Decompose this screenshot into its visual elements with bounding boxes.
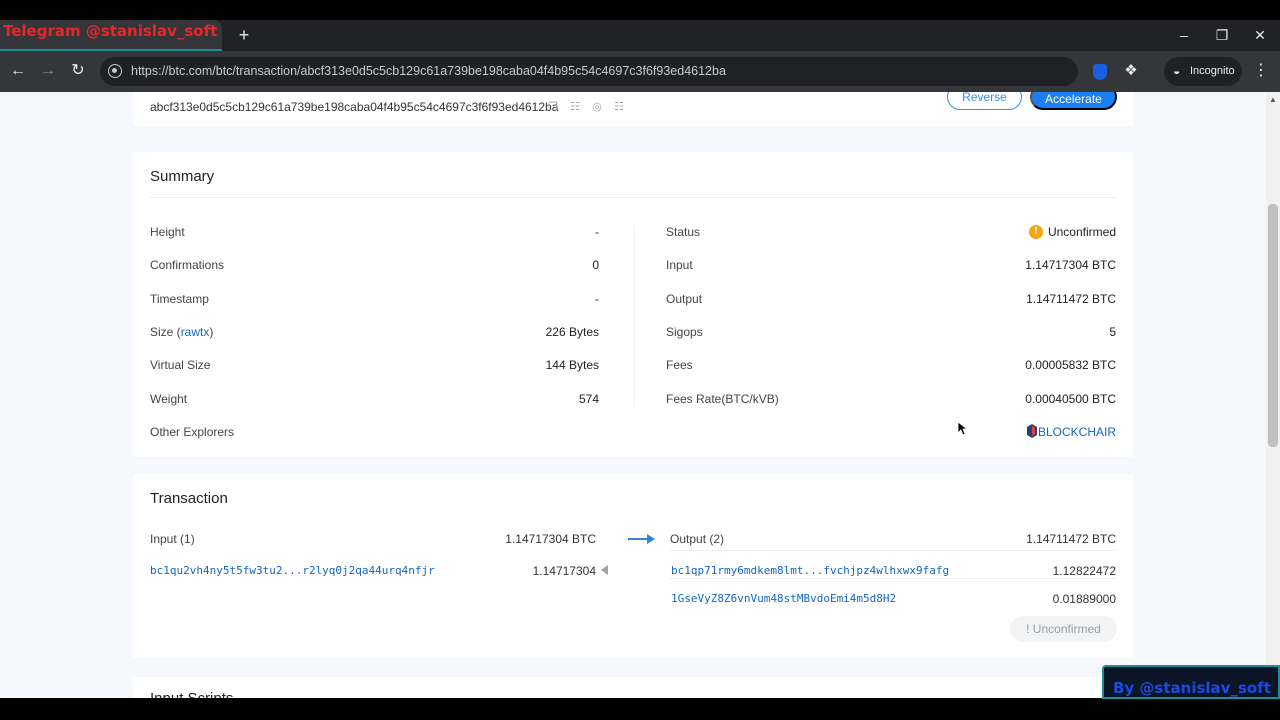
scrollbar-thumb[interactable] (1268, 204, 1278, 447)
site-info-icon[interactable] (108, 64, 122, 78)
back-icon[interactable]: ← (7, 60, 29, 82)
watermark-text: By @stanislav_soft (1113, 679, 1271, 697)
height-value: - (595, 225, 599, 239)
confirmations-value: 0 (592, 258, 599, 272)
page-viewport: abcf313e0d5c5cb129c61a739be198caba04f4b9… (0, 92, 1266, 698)
mouse-cursor-icon (958, 422, 968, 436)
fees-rate-label: Fees Rate(BTC/kVB) (666, 392, 779, 406)
height-label: Height (150, 225, 185, 239)
document-icon[interactable]: ☷ (613, 101, 625, 113)
reload-icon[interactable]: ↻ (67, 60, 89, 82)
summary-title: Summary (150, 168, 215, 185)
unconfirmed-badge: ! Unconfirmed (1010, 616, 1117, 642)
input-header: Input (1) (150, 532, 195, 546)
rawtx-link[interactable]: rawtx (181, 325, 210, 339)
timestamp-label: Timestamp (150, 292, 209, 306)
size-label-text: Size (150, 325, 174, 339)
summary-divider (150, 197, 1117, 198)
accelerate-button[interactable]: Accelerate (1030, 92, 1117, 110)
extensions-puzzle-icon[interactable]: ❖ (1122, 62, 1140, 80)
input-label: Input (666, 258, 693, 272)
weight-label: Weight (150, 392, 188, 406)
target-icon[interactable]: ◎ (591, 101, 603, 113)
weight-value: 574 (578, 392, 599, 406)
browser-toolbar: ← → ↻ https://btc.com/btc/transaction/ab… (0, 51, 1280, 92)
bottom-band (0, 698, 1280, 720)
output-amount-2: 0.01889000 (1052, 592, 1116, 606)
input-source-icon[interactable] (601, 565, 608, 575)
output-header: Output (2) (670, 532, 725, 546)
page-scrollbar[interactable]: ▲ (1266, 92, 1280, 698)
status-label: Status (666, 225, 701, 239)
close-icon[interactable]: ✕ (1248, 24, 1272, 46)
output-divider-top (670, 550, 1117, 551)
incognito-badge[interactable]: ◒ Incognito (1164, 57, 1242, 86)
tx-hash-card: abcf313e0d5c5cb129c61a739be198caba04f4b9… (133, 92, 1133, 126)
scroll-up-icon[interactable]: ▲ (1269, 95, 1277, 104)
top-band (0, 0, 1280, 20)
share-icon[interactable]: ☷ (569, 101, 581, 113)
watermark-overlay: By @stanislav_soft (1102, 665, 1280, 699)
new-tab-icon[interactable]: + (234, 25, 254, 45)
input-value: 1.14717304 BTC (1025, 258, 1116, 272)
fees-rate-value: 0.00040500 BTC (1025, 392, 1116, 406)
virtual-size-label: Virtual Size (150, 358, 211, 372)
column-separator (634, 226, 635, 406)
fees-label: Fees (666, 358, 693, 372)
timestamp-value: - (595, 292, 599, 306)
tx-hash: abcf313e0d5c5cb129c61a739be198caba04f4b9… (150, 100, 559, 114)
forward-icon[interactable]: → (37, 60, 59, 82)
browser-tab[interactable]: Telegram @stanislav_soft (0, 20, 222, 51)
sigops-value: 5 (1109, 325, 1116, 339)
output-total: 1.14711472 BTC (1026, 532, 1116, 546)
url-text[interactable]: https://btc.com/btc/transaction/abcf313e… (131, 57, 726, 86)
reverse-button[interactable]: Reverse (947, 92, 1022, 110)
input-amount: 1.14717304 (532, 564, 596, 578)
input-total: 1.14717304 BTC (505, 532, 596, 546)
incognito-label: Incognito (1190, 65, 1235, 77)
minimize-icon[interactable]: – (1172, 24, 1196, 46)
input-scripts-card (133, 677, 1133, 698)
restore-icon[interactable]: ❐ (1210, 24, 1234, 46)
warning-icon: ! (1029, 225, 1043, 239)
sigops-label: Sigops (666, 325, 703, 339)
tab-strip: Telegram @stanislav_soft + – ❐ ✕ (0, 20, 1280, 51)
output-divider-middle (670, 578, 1117, 579)
browser-menu-icon[interactable]: ⋮ (1252, 60, 1270, 82)
incognito-icon: ◒ (1173, 64, 1181, 78)
confirmations-label: Confirmations (150, 258, 225, 272)
transaction-title: Transaction (150, 490, 228, 507)
size-value: 226 Bytes (545, 325, 599, 339)
output-address-1[interactable]: bc1qp71rmy6mdkem8lmt...fvchjpz4wlhxwx9fa… (671, 564, 949, 577)
status-value: Unconfirmed (1047, 225, 1116, 239)
address-bar[interactable]: https://btc.com/btc/transaction/abcf313e… (100, 57, 1078, 86)
size-label: Size (rawtx) (150, 325, 214, 339)
blockchair-link[interactable]: BLOCKCHAIR (1036, 425, 1116, 439)
output-value: 1.14711472 BTC (1026, 292, 1116, 306)
virtual-size-value: 144 Bytes (545, 358, 599, 372)
fees-value: 0.00005832 BTC (1025, 358, 1116, 372)
extension-shield-icon[interactable] (1093, 64, 1107, 80)
other-explorers-label: Other Explorers (150, 425, 235, 439)
output-amount-1: 1.12822472 (1052, 564, 1116, 578)
output-address-2[interactable]: 1GseVyZ8Z6vnVum48stMBvdoEmi4m5d8H2 (671, 592, 896, 605)
input-address[interactable]: bc1qu2vh4ny5t5fw3tu2...r2lyq0j2qa44urq4n… (150, 564, 435, 577)
copy-icon[interactable]: ❐ (547, 101, 559, 113)
output-label: Output (666, 292, 703, 306)
tab-title: Telegram @stanislav_soft (3, 22, 218, 40)
input-scripts-title: Input Scripts (150, 690, 233, 698)
flow-arrow-icon (647, 534, 655, 544)
